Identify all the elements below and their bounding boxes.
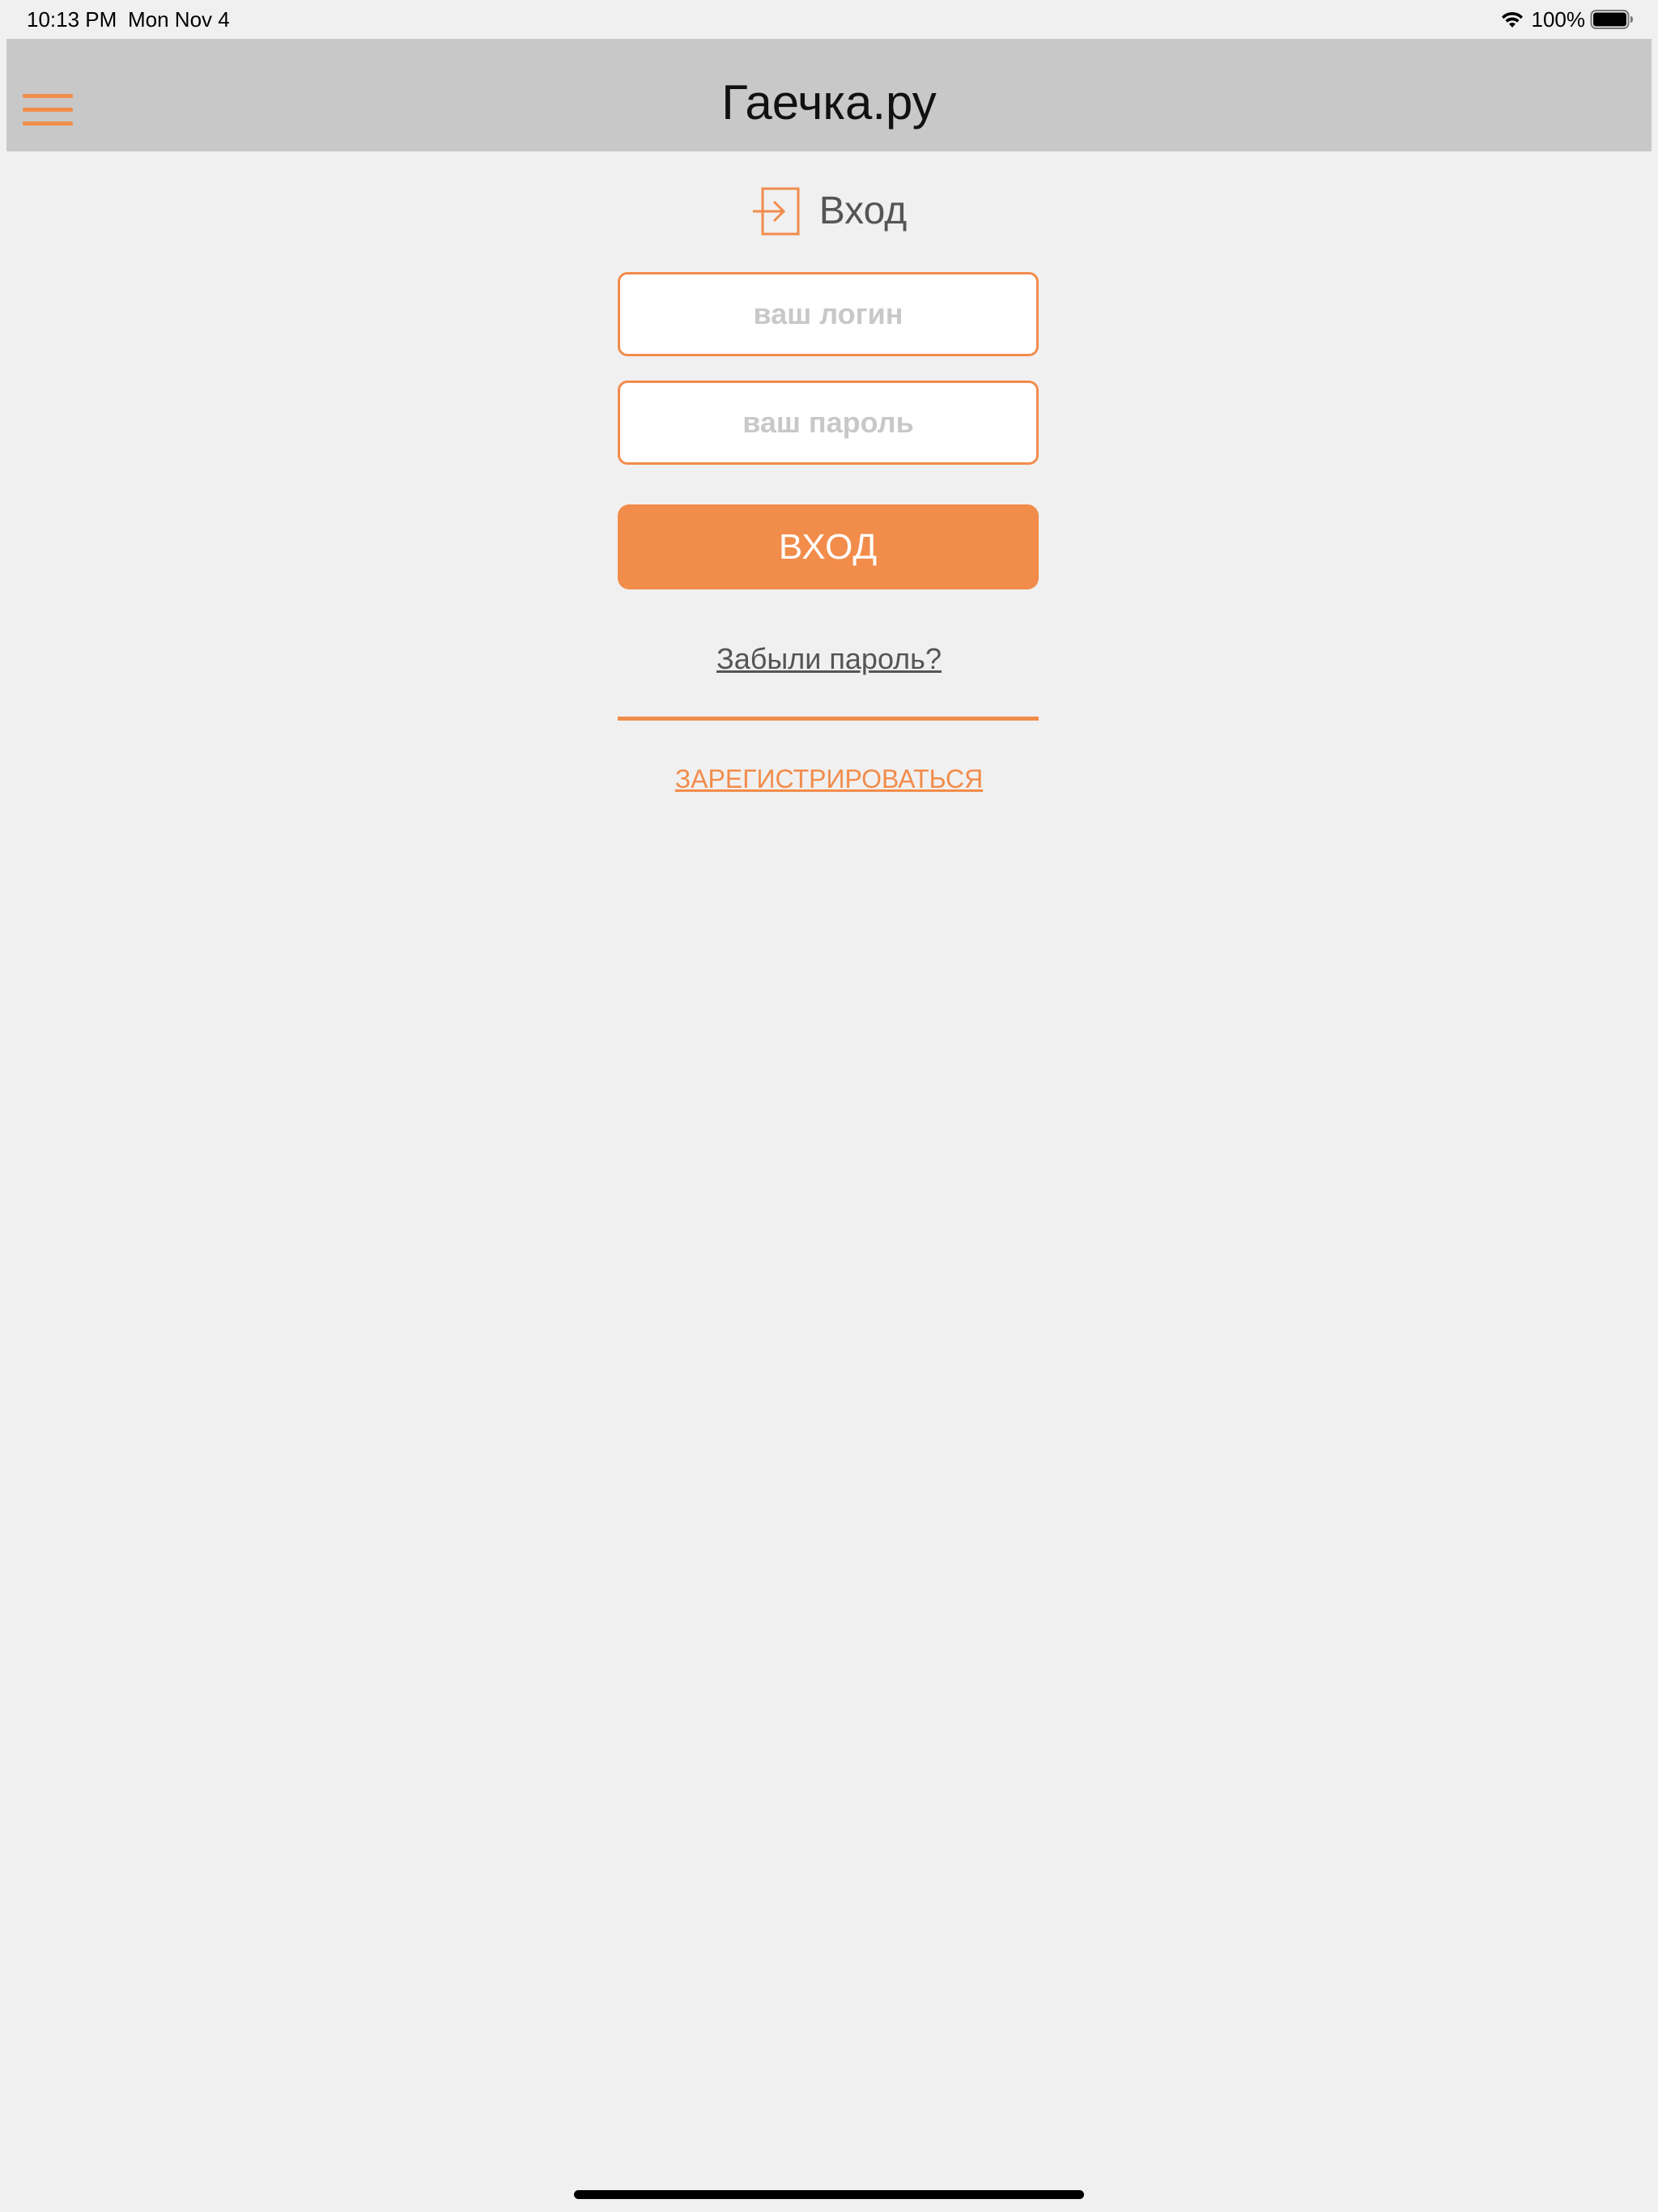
forgot-password-link[interactable]: Забыли пароль? [716, 642, 942, 675]
sign-in-icon [752, 187, 800, 236]
login-heading-text: Вход [818, 189, 908, 232]
status-date: Mon Nov 4 [128, 7, 230, 32]
login-heading: Вход [0, 183, 1658, 240]
app-title: Гаечка.ру [721, 75, 937, 130]
home-indicator [574, 2190, 1084, 2199]
login-button[interactable]: ВХОД [618, 504, 1039, 589]
register-container: ЗАРЕГИСТРИРОВАТЬСЯ [0, 761, 1658, 797]
login-input[interactable] [618, 272, 1039, 356]
status-time: 10:13 PM [27, 7, 117, 32]
register-link[interactable]: ЗАРЕГИСТРИРОВАТЬСЯ [675, 764, 983, 793]
wifi-icon [1501, 11, 1523, 28]
battery-icon [1590, 10, 1633, 29]
divider [618, 717, 1039, 721]
battery-percent: 100% [1531, 7, 1586, 32]
navigation-bar: Гаечка.ру [6, 39, 1652, 151]
status-bar: 10:13 PM Mon Nov 4 100% [0, 0, 1658, 39]
status-indicators: 100% [1499, 6, 1635, 32]
password-input[interactable] [618, 381, 1039, 465]
forgot-password-container: Забыли пароль? [0, 640, 1658, 678]
